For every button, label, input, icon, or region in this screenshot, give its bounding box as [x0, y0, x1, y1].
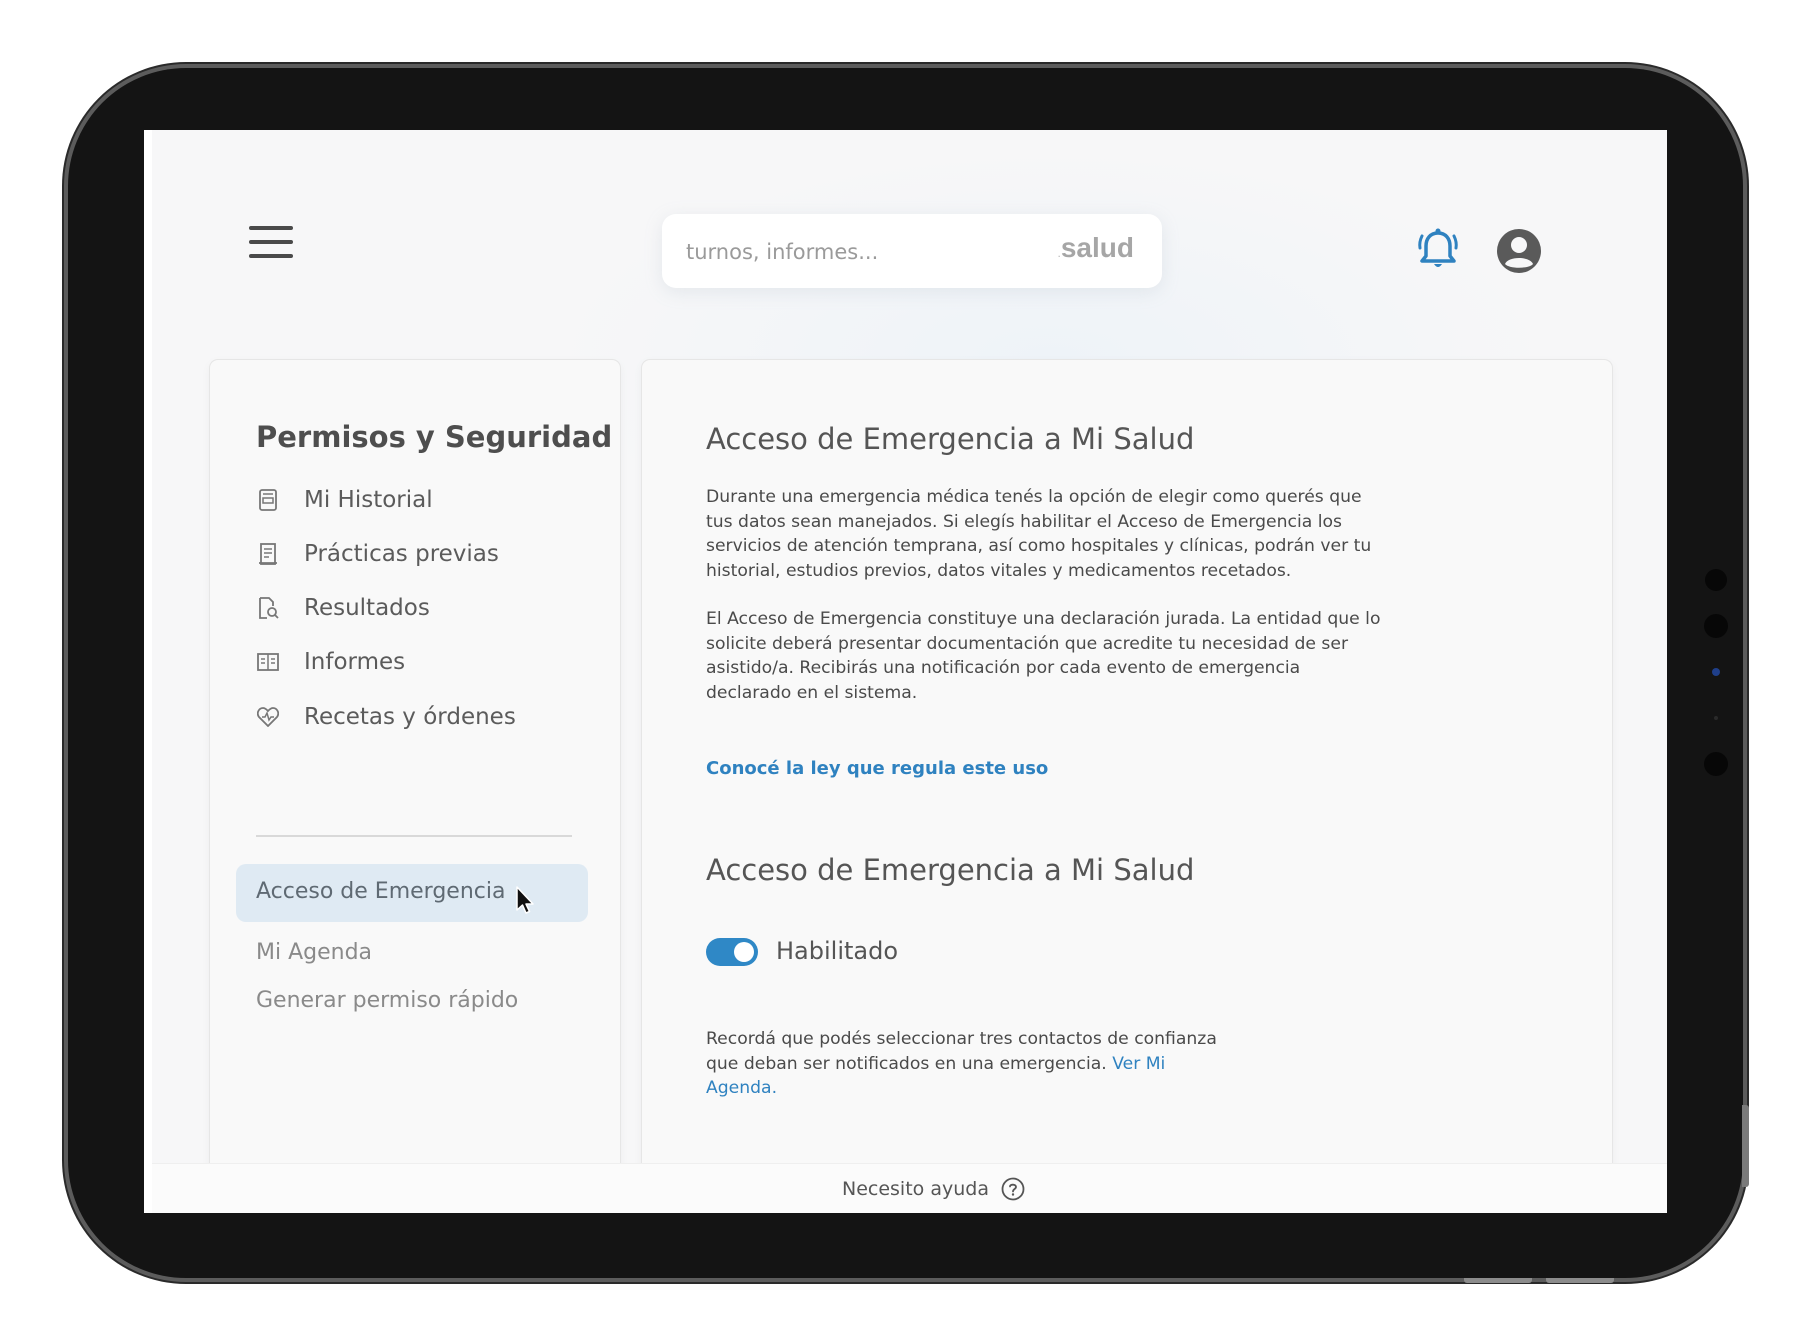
contacts-note: Recordá que podés seleccionar tres conta…: [706, 1029, 1217, 1098]
tablet-volume-button: [1464, 1278, 1532, 1283]
help-button[interactable]: Necesito ayuda: [842, 1177, 1025, 1201]
heart-pulse-icon: [256, 705, 280, 729]
sidebar-divider: [256, 835, 572, 837]
sidebar-card: Permisos y Seguridad Mi Historial Prácti…: [210, 360, 620, 1213]
tablet-sensor: [1704, 752, 1728, 776]
search-input[interactable]: [684, 234, 1028, 270]
app-screen: .salud Permisos y Seguridad Mi Historial: [144, 130, 1667, 1213]
sidebar-item-informes[interactable]: Informes: [256, 642, 405, 682]
sidebar-item-recetas-ordenes[interactable]: Recetas y órdenes: [256, 697, 516, 737]
sidebar-item-generar-permiso[interactable]: Generar permiso rápido: [256, 988, 518, 1013]
search-bar[interactable]: .salud: [662, 214, 1162, 288]
intro-paragraph: Durante una emergencia médica tenés la o…: [706, 487, 1372, 581]
tablet-volume-button: [1546, 1278, 1614, 1283]
toggle-label: Habilitado: [776, 937, 899, 965]
footer-bar: Necesito ayuda: [152, 1163, 1667, 1213]
tablet-sensor: [1704, 614, 1728, 638]
question-circle-icon: [1001, 1177, 1025, 1201]
main-card: Acceso de Emergencia a Mi Salud Durante …: [642, 360, 1612, 1213]
tablet-sensor: [1705, 569, 1727, 591]
toggle-knob: [734, 942, 754, 962]
user-avatar-icon[interactable]: [1496, 228, 1542, 274]
sidebar-item-mi-historial[interactable]: Mi Historial: [256, 480, 433, 520]
section-title: Acceso de Emergencia a Mi Salud: [706, 422, 1195, 456]
section-title-toggle: Acceso de Emergencia a Mi Salud: [706, 853, 1195, 887]
sidebar-item-practicas-previas[interactable]: Prácticas previas: [256, 534, 499, 574]
menu-icon[interactable]: [249, 226, 293, 260]
sidebar-item-resultados[interactable]: Resultados: [256, 588, 430, 628]
notification-bell-icon[interactable]: [1414, 226, 1462, 274]
tablet-camera: [1712, 668, 1720, 676]
sidebar-title: Permisos y Seguridad: [256, 420, 613, 454]
tablet-sensor: [1714, 716, 1718, 720]
sidebar-item-acceso-emergencia[interactable]: Acceso de Emergencia: [236, 864, 588, 922]
mouse-pointer-icon: [515, 886, 535, 916]
sidebar-item-mi-agenda[interactable]: Mi Agenda: [256, 940, 372, 965]
document-search-icon: [256, 596, 280, 620]
history-document-icon: [256, 488, 280, 512]
report-grid-icon: [256, 650, 280, 674]
emergency-access-toggle[interactable]: [706, 938, 758, 966]
law-link[interactable]: Conocé la ley que regula este uso: [706, 758, 1048, 779]
clipboard-list-icon: [256, 542, 280, 566]
brand-logo: .salud: [1057, 232, 1134, 263]
tablet-side-button: [1742, 1105, 1749, 1187]
declaration-paragraph: El Acceso de Emergencia constituye una d…: [706, 609, 1381, 703]
